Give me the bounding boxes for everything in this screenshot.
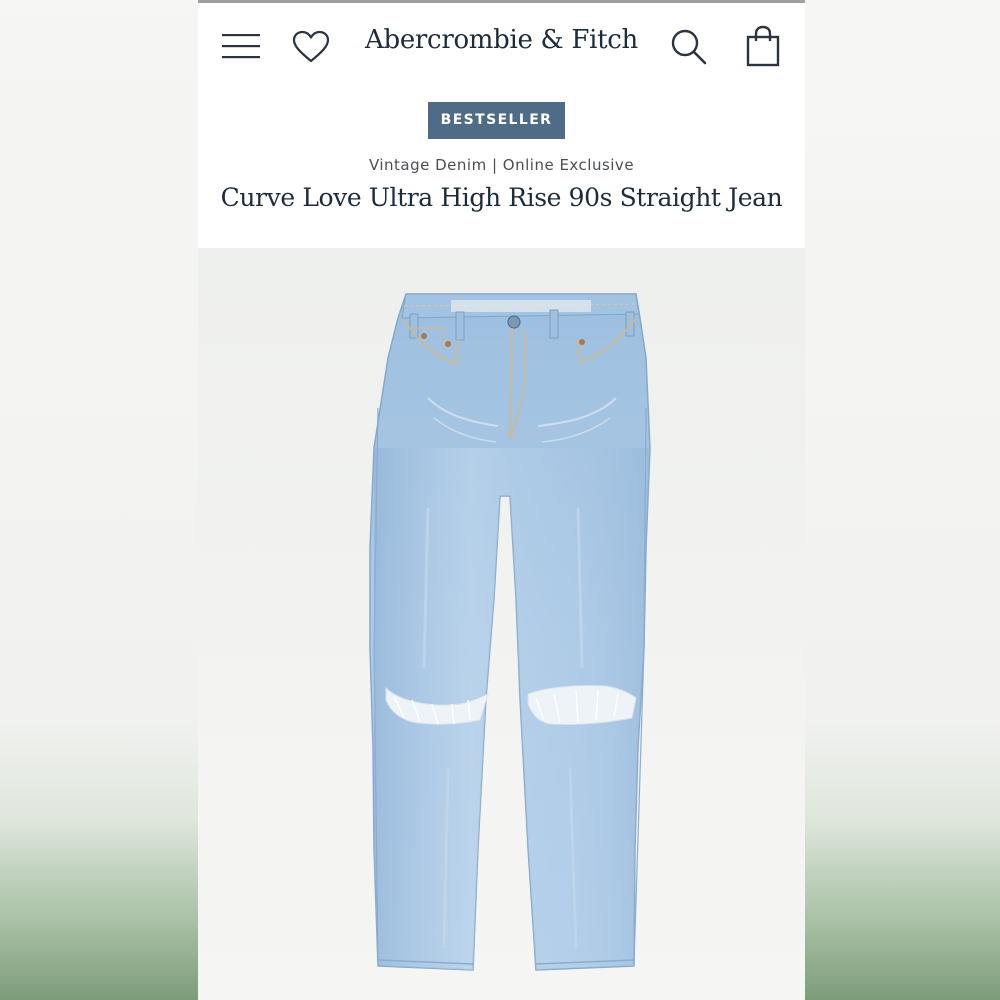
menu-icon[interactable] bbox=[222, 32, 262, 62]
product-title: Curve Love Ultra High Rise 90s Straight … bbox=[220, 183, 783, 212]
bestseller-badge: BESTSELLER bbox=[428, 102, 565, 139]
site-header: Abercrombie & Fitch bbox=[198, 3, 805, 88]
heart-icon[interactable] bbox=[292, 30, 330, 64]
jeans-illustration bbox=[369, 293, 651, 971]
search-icon[interactable] bbox=[670, 28, 708, 66]
product-collection-line: Vintage Denim | Online Exclusive bbox=[368, 156, 635, 174]
product-image[interactable] bbox=[198, 248, 805, 1000]
brand-logo[interactable]: Abercrombie & Fitch bbox=[348, 25, 655, 55]
backdrop-right bbox=[805, 0, 1000, 1000]
shopping-bag-icon[interactable] bbox=[746, 25, 780, 67]
product-page: Abercrombie & Fitch BESTSELLER Vintage D… bbox=[198, 0, 805, 1000]
backdrop-left bbox=[0, 0, 198, 1000]
